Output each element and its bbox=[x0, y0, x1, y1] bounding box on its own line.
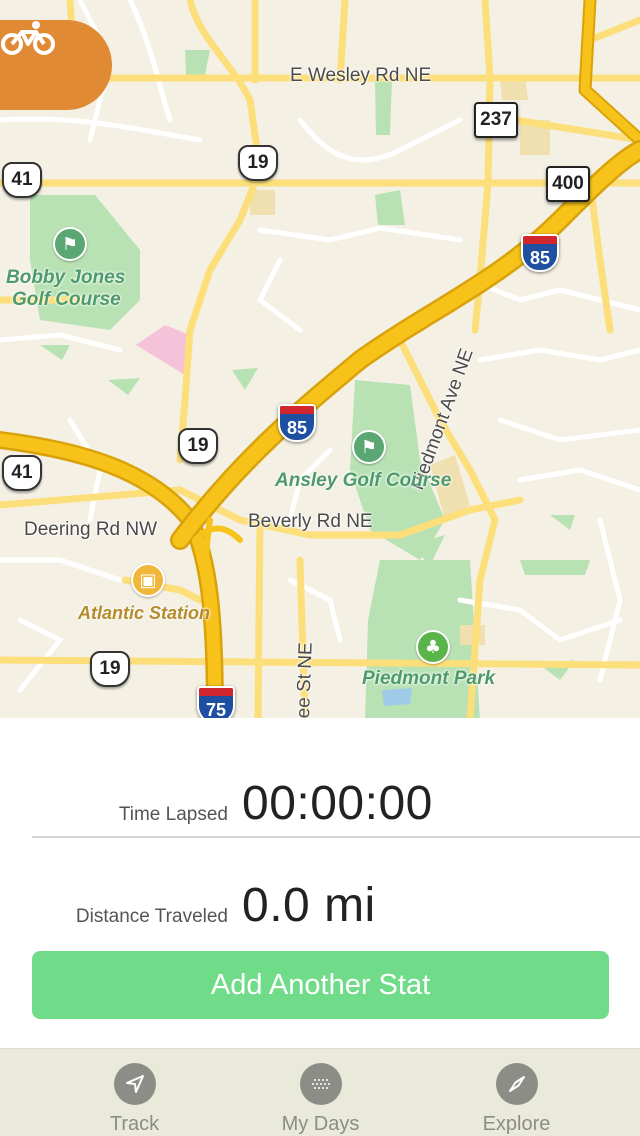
tab-track-label: Track bbox=[109, 1113, 160, 1135]
us-route-shield: 41 bbox=[2, 162, 42, 198]
park-label-bobby-jones-2: Golf Course bbox=[12, 289, 121, 310]
golf-flag-icon: ⚑ bbox=[53, 227, 87, 261]
park-label-bobby-jones-1: Bobby Jones bbox=[6, 267, 126, 288]
street-label-deering: Deering Rd NW bbox=[24, 519, 158, 540]
us-route-shield: 19 bbox=[90, 651, 130, 687]
tab-explore-label: Explore bbox=[482, 1113, 551, 1135]
shopping-bag-icon: ▣ bbox=[131, 563, 165, 597]
compass-icon bbox=[495, 1063, 538, 1105]
tab-track[interactable]: Track bbox=[28, 1049, 241, 1136]
state-route-shield: 237 bbox=[474, 102, 518, 138]
interstate-shield: 75 bbox=[197, 686, 235, 718]
poi-label-atlantic-station: Atlantic Station bbox=[78, 603, 211, 623]
add-another-stat-button[interactable]: Add Another Stat bbox=[32, 951, 609, 1019]
tab-explore[interactable]: Explore bbox=[410, 1049, 623, 1136]
park-label-piedmont-park: Piedmont Park bbox=[362, 668, 496, 689]
state-route-shield: 400 bbox=[546, 166, 590, 202]
distance-traveled-value: 0.0 mi bbox=[242, 879, 376, 932]
interstate-shield: 85 bbox=[278, 404, 316, 442]
park-label-ansley: Ansley Golf Course bbox=[275, 470, 452, 491]
street-label-beverly: Beverly Rd NE bbox=[248, 511, 373, 532]
us-route-shield: 19 bbox=[238, 145, 278, 181]
golf-flag-icon: ⚑ bbox=[352, 430, 386, 464]
distance-traveled-label: Distance Traveled bbox=[75, 906, 228, 927]
location-arrow-icon bbox=[113, 1063, 156, 1105]
us-route-shield: 41 bbox=[2, 455, 42, 491]
us-route-shield: 19 bbox=[178, 428, 218, 464]
activity-type-button[interactable] bbox=[0, 20, 112, 110]
time-lapsed-row: Time Lapsed 00:00:00 bbox=[32, 718, 640, 830]
dotted-circle-icon bbox=[299, 1063, 342, 1105]
map-view[interactable]: E Wesley Rd NE Deering Rd NW Beverly Rd … bbox=[0, 0, 640, 718]
interstate-shield: 85 bbox=[521, 234, 559, 272]
distance-traveled-row: Distance Traveled 0.0 mi bbox=[32, 820, 640, 932]
tab-my-days[interactable]: My Days bbox=[214, 1049, 427, 1136]
tree-icon: ♣ bbox=[416, 630, 450, 664]
street-label-peachtree: ee St NE bbox=[293, 641, 317, 718]
street-label-wesley: E Wesley Rd NE bbox=[290, 65, 432, 86]
tab-my-days-label: My Days bbox=[281, 1113, 360, 1135]
bicycle-icon bbox=[1, 21, 55, 55]
tab-bar: Track My Days Explore bbox=[0, 1048, 640, 1136]
